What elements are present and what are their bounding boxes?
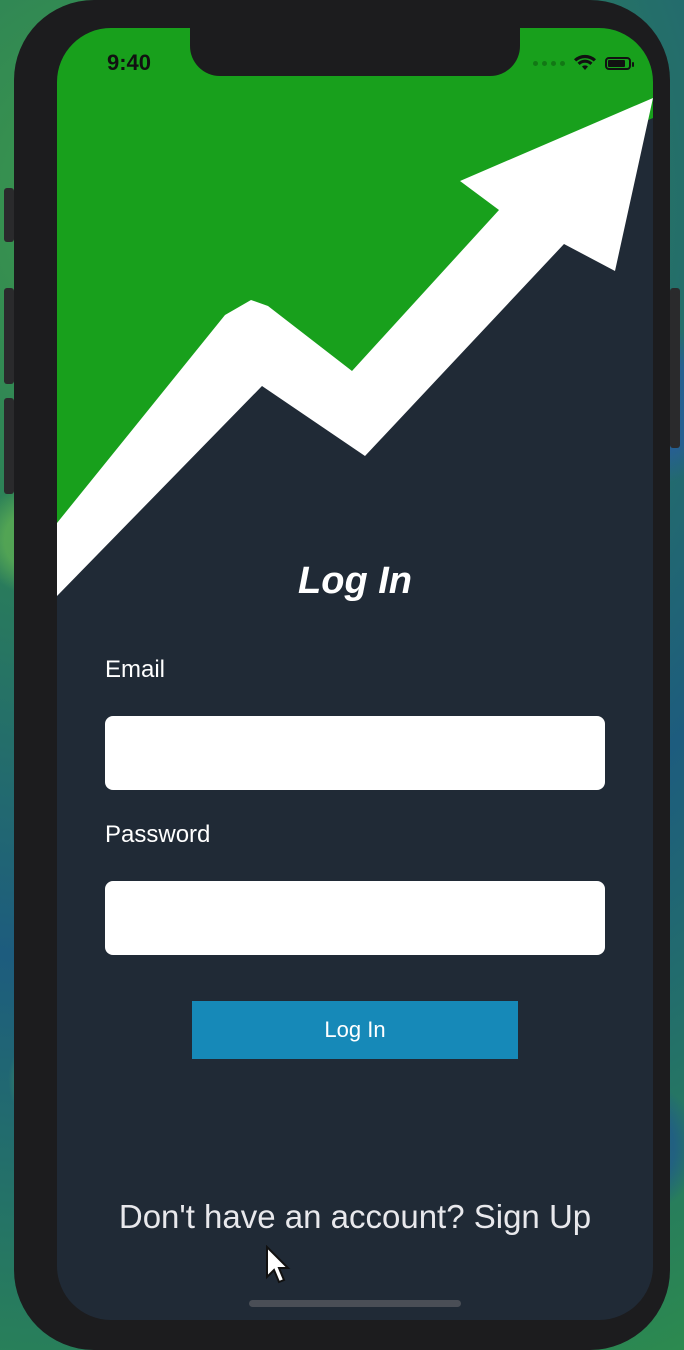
volume-up-button <box>4 288 14 384</box>
app-screen: 9:40 Log In Email Password Log In Don't … <box>57 28 653 1320</box>
cellular-dots-icon <box>533 60 565 66</box>
status-icons <box>533 54 634 72</box>
power-button <box>670 288 680 448</box>
email-label: Email <box>105 656 166 683</box>
signup-link[interactable]: Don't have an account? Sign Up <box>57 1198 653 1236</box>
hero-graphic <box>57 28 653 628</box>
wifi-icon <box>574 54 596 70</box>
login-button[interactable]: Log In <box>192 1001 518 1059</box>
page-title: Log In <box>298 560 412 602</box>
mouse-cursor-icon <box>266 1245 291 1284</box>
notch <box>190 28 520 76</box>
home-indicator[interactable] <box>249 1300 461 1307</box>
email-field[interactable] <box>105 716 605 790</box>
battery-icon <box>605 56 634 70</box>
password-label: Password <box>105 821 211 848</box>
phone-frame: 9:40 Log In Email Password Log In Don't … <box>14 0 670 1350</box>
mute-switch <box>4 188 14 242</box>
volume-down-button <box>4 398 14 494</box>
password-field[interactable] <box>105 881 605 955</box>
status-time: 9:40 <box>107 50 152 75</box>
